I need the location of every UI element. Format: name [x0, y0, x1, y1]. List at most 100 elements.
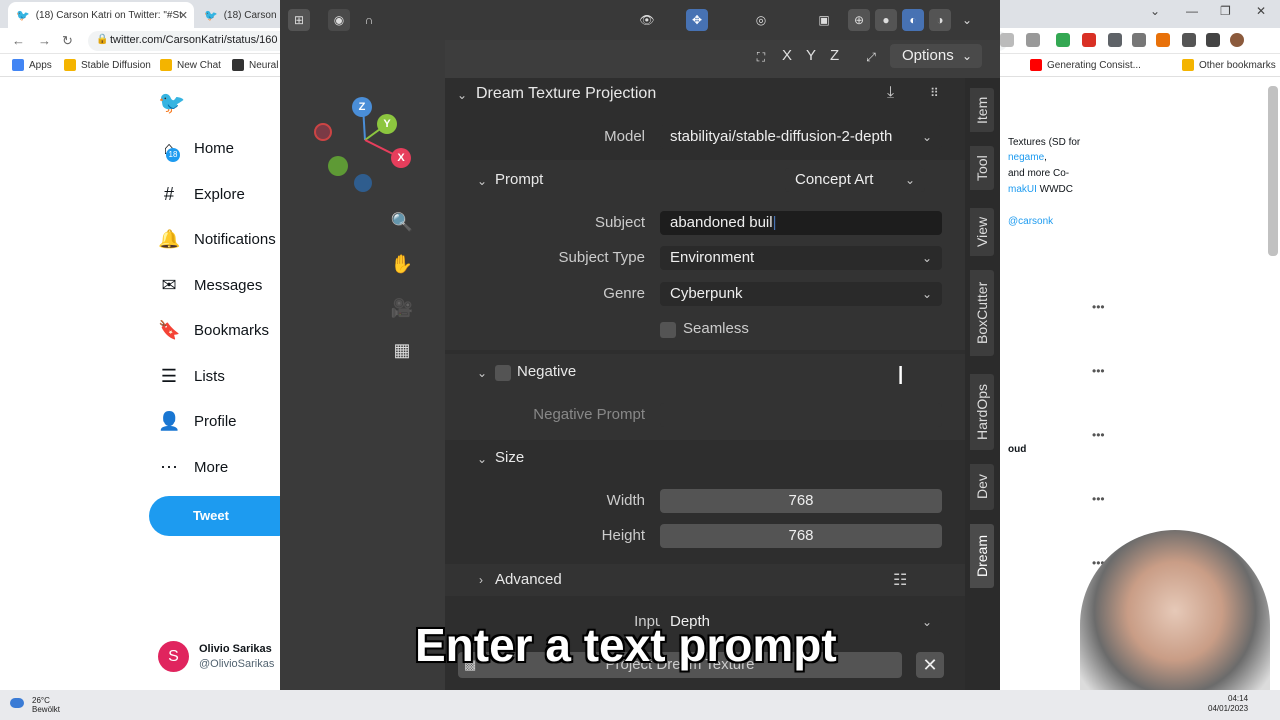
subject-input[interactable]: abandoned buil| [660, 211, 942, 235]
grid-perspective-icon[interactable]: ▦ [388, 336, 416, 364]
gizmo-neg-z[interactable] [354, 174, 372, 192]
height-field[interactable]: 768 [660, 524, 942, 548]
reload-icon[interactable]: ↻ [62, 33, 73, 49]
falloff-curve-icon[interactable]: ∩ [358, 9, 380, 31]
collapse-chevron-icon[interactable]: ⌄ [477, 366, 487, 380]
more-dots-icon[interactable]: ••• [1092, 300, 1105, 314]
overlay-icon[interactable]: ◎ [750, 9, 772, 31]
options-dropdown[interactable]: Options ⌄ [890, 44, 982, 68]
solid-shading-icon[interactable]: ● [875, 9, 897, 31]
mirror-icon[interactable]: ⛶ [750, 46, 772, 68]
download-icon[interactable]: ⤓ [887, 84, 894, 102]
tweet-mention-link[interactable]: @carsonk [1008, 216, 1053, 227]
axis-z-toggle[interactable]: Z [830, 47, 839, 64]
extensions-puzzle-icon[interactable] [1182, 33, 1196, 47]
bookmark-other[interactable]: Other bookmarks [1182, 59, 1276, 71]
tab-search-icon[interactable]: ⌄ [1150, 4, 1160, 18]
gizmo-neg-y[interactable] [328, 156, 348, 176]
tab-close-icon[interactable]: ✕ [179, 9, 188, 22]
sidebar-icon[interactable] [1206, 33, 1220, 47]
nav-more[interactable]: ⋯ More [158, 457, 228, 478]
width-field[interactable]: 768 [660, 489, 942, 513]
gizmo-z-axis[interactable]: Z [352, 97, 372, 117]
tab-dream[interactable]: Dream [970, 524, 994, 588]
negative-prompt-input[interactable] [660, 403, 942, 427]
tab-hardops[interactable]: HardOps [970, 374, 994, 450]
seamless-checkbox[interactable] [660, 322, 676, 338]
subject-type-dropdown[interactable]: Environment ⌄ [660, 246, 942, 270]
forward-icon[interactable]: → [38, 33, 51, 48]
drag-handle-icon[interactable]: ⠿ [930, 86, 939, 100]
nav-bookmarks[interactable]: 🔖 Bookmarks [158, 320, 269, 341]
xray-icon[interactable]: ▣ [813, 9, 835, 31]
bookmark-generating[interactable]: Generating Consist... [1030, 59, 1141, 71]
bookmark-apps[interactable]: Apps [12, 59, 52, 71]
nav-notifications[interactable]: 🔔 Notifications [158, 229, 276, 250]
axis-x-toggle[interactable]: X [782, 47, 792, 64]
page-scrollbar[interactable] [1268, 86, 1278, 256]
negative-checkbox[interactable] [495, 365, 511, 381]
shading-dropdown-icon[interactable]: ⌄ [956, 9, 978, 31]
preset-list-icon[interactable]: ☷ [893, 570, 907, 590]
extension-shield-icon[interactable] [1056, 33, 1070, 47]
model-dropdown[interactable]: stabilityai/stable-diffusion-2-depth ⌄ [660, 125, 942, 149]
extension-gray-icon[interactable] [1108, 33, 1122, 47]
metamask-icon[interactable] [1156, 33, 1170, 47]
browser-tab[interactable]: 🐦 (18) Carson Ka [196, 2, 280, 28]
genre-dropdown[interactable]: Cyberpunk ⌄ [660, 282, 942, 306]
share-icon[interactable] [1000, 33, 1014, 47]
pan-hand-icon[interactable]: ✋ [388, 250, 416, 278]
nav-lists[interactable]: ☰ Lists [158, 366, 225, 387]
tweet-link[interactable]: makUI [1008, 184, 1037, 195]
minimize-icon[interactable]: — [1186, 4, 1198, 18]
wireframe-shading-icon[interactable]: ⊕ [848, 9, 870, 31]
visibility-eye-icon[interactable]: 👁 [636, 9, 658, 31]
gizmo-y-axis[interactable]: Y [377, 114, 397, 134]
gizmo-x-axis[interactable]: X [391, 148, 411, 168]
nav-explore[interactable]: # Explore [158, 184, 245, 205]
nav-messages[interactable]: ✉ Messages [158, 275, 262, 296]
extension-gray2-icon[interactable] [1132, 33, 1146, 47]
bookmark-star-icon[interactable] [1026, 33, 1040, 47]
tab-view[interactable]: View [970, 208, 994, 256]
tab-tool[interactable]: Tool [970, 146, 994, 190]
editor-type-icon[interactable]: ⊞ [288, 9, 310, 31]
collapse-chevron-icon[interactable]: ⌄ [477, 452, 487, 466]
snap-icon[interactable]: ⤢ [860, 46, 882, 68]
prompt-preset-dropdown[interactable]: Concept Art ⌄ [785, 168, 925, 192]
camera-icon[interactable]: 🎥 [388, 294, 416, 322]
system-clock[interactable]: 04:14 04/01/2023 [1208, 694, 1248, 714]
window-close-icon[interactable]: ✕ [1256, 4, 1266, 18]
tweet-button[interactable]: Tweet [149, 496, 299, 536]
more-dots-icon[interactable]: ••• [1092, 428, 1105, 442]
expand-chevron-icon[interactable]: › [479, 573, 483, 587]
tab-boxcutter[interactable]: BoxCutter [970, 270, 994, 356]
bookmark-new-chat[interactable]: New Chat [160, 59, 221, 71]
cancel-close-button[interactable]: ✕ [916, 652, 944, 678]
tab-dev[interactable]: Dev [970, 464, 994, 510]
bookmark-neural[interactable]: Neural [232, 59, 278, 71]
maximize-icon[interactable]: ❐ [1220, 4, 1231, 18]
proportional-edit-icon[interactable]: ◉ [328, 9, 350, 31]
back-icon[interactable]: ← [12, 33, 25, 48]
extension-red-icon[interactable] [1082, 33, 1096, 47]
user-avatar[interactable]: S [158, 641, 189, 672]
axis-y-toggle[interactable]: Y [806, 47, 816, 64]
advanced-section-title[interactable]: Advanced [495, 571, 562, 588]
more-dots-icon[interactable]: ••• [1092, 492, 1105, 506]
twitter-logo-icon[interactable]: 🐦 [158, 90, 185, 116]
tab-item[interactable]: Item [970, 88, 994, 132]
material-shading-icon[interactable]: ◐ [902, 9, 924, 31]
weather-widget[interactable]: 26°C Bewölkt [10, 696, 60, 714]
gizmo-neg-x[interactable] [314, 123, 332, 141]
more-dots-icon[interactable]: ••• [1092, 364, 1105, 378]
profile-avatar-icon[interactable] [1230, 33, 1244, 47]
zoom-icon[interactable]: 🔍 [388, 208, 416, 236]
nav-profile[interactable]: 👤 Profile [158, 411, 237, 432]
gizmo-toggle-icon[interactable]: ✥ [686, 9, 708, 31]
collapse-chevron-icon[interactable]: ⌄ [457, 88, 467, 102]
tweet-link[interactable]: negame [1008, 152, 1044, 163]
bookmark-stable-diffusion[interactable]: Stable Diffusion [64, 59, 151, 71]
collapse-chevron-icon[interactable]: ⌄ [477, 174, 487, 188]
browser-tab-active[interactable]: 🐦 (18) Carson Katri on Twitter: "#St ✕ [8, 2, 194, 28]
